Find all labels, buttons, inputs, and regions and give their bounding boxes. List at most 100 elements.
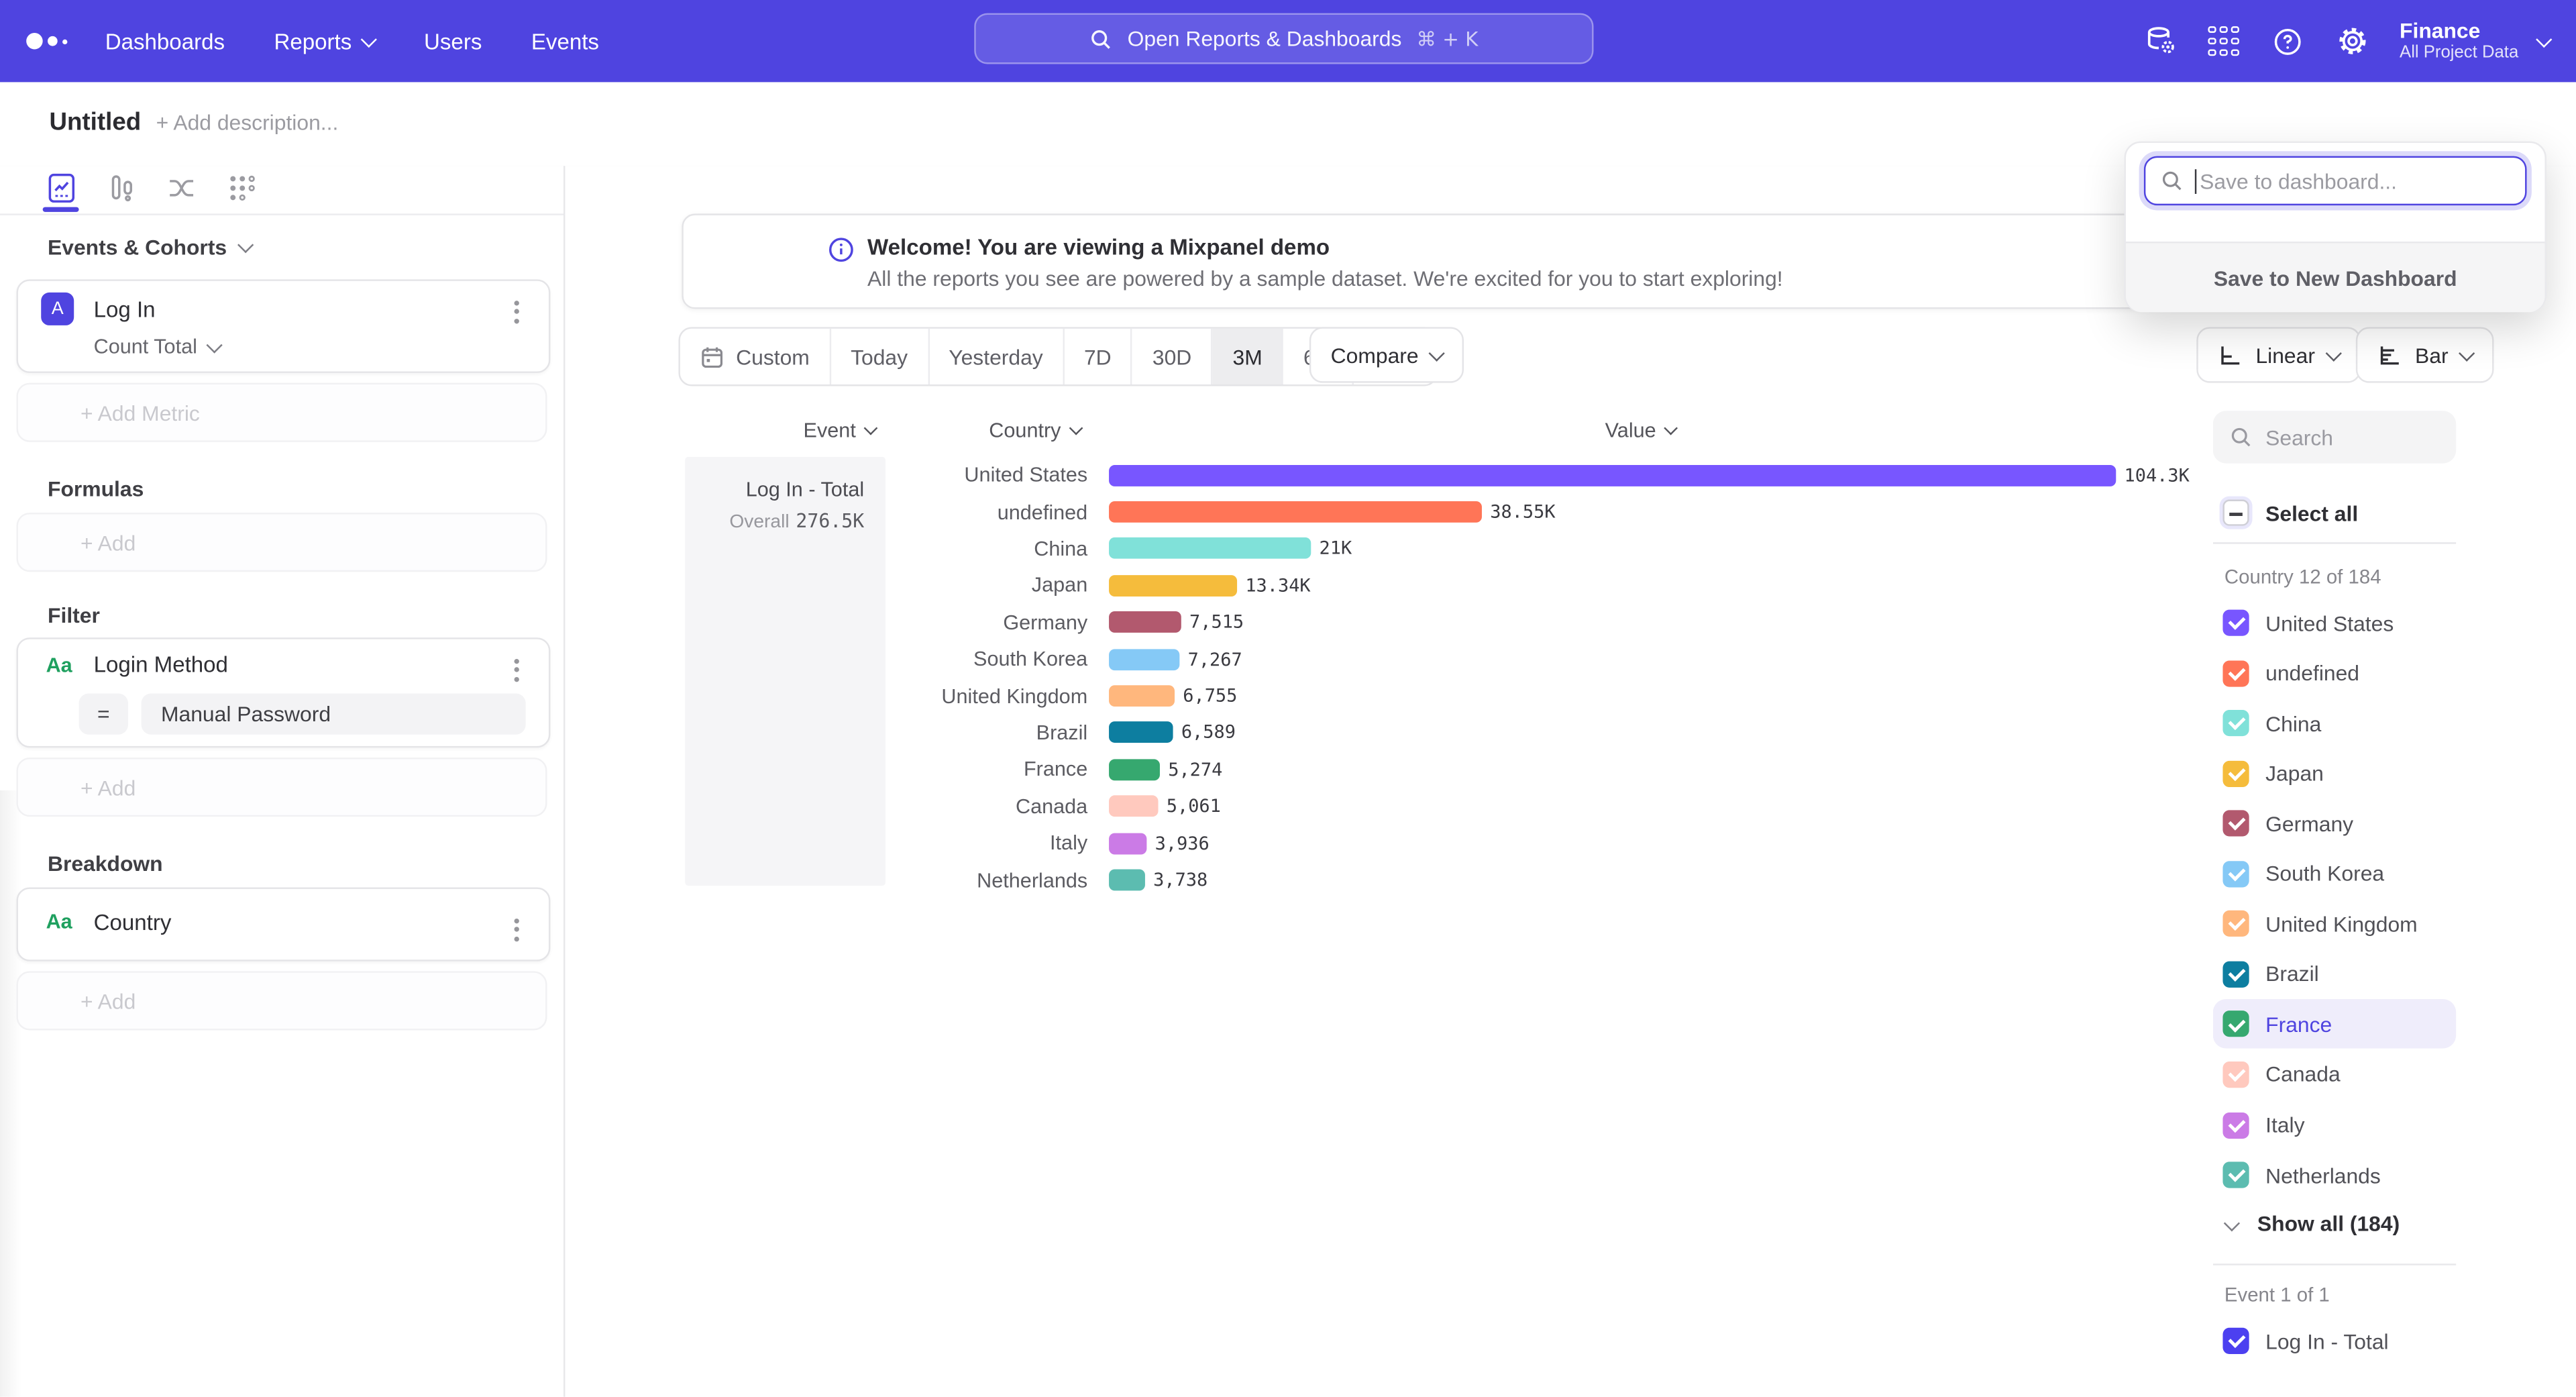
apps-grid-icon[interactable] [2208, 25, 2241, 58]
bar[interactable] [1109, 722, 1173, 743]
tab-funnels-icon[interactable] [102, 169, 142, 205]
tab-retention-icon[interactable] [222, 169, 262, 205]
report-type-tabs [0, 166, 564, 215]
bar[interactable] [1109, 501, 1482, 523]
legend-search-input[interactable]: Search [2213, 411, 2456, 463]
legend-label: France [2265, 1012, 2332, 1037]
legend-item-netherlands[interactable]: Netherlands [2213, 1150, 2456, 1199]
bar[interactable] [1109, 649, 1179, 670]
legend-item-undefined[interactable]: undefined [2213, 648, 2456, 697]
add-filter-button[interactable]: + Add [16, 758, 547, 817]
range-7d[interactable]: 7D [1065, 329, 1133, 384]
filter-property-name[interactable]: Login Method [94, 652, 228, 677]
save-to-dashboard-input[interactable]: Save to dashboard... [2144, 156, 2527, 205]
events-cohorts-header[interactable]: Events & Cohorts [48, 235, 252, 260]
column-header-event[interactable]: Event [804, 419, 876, 442]
settings-gear-icon[interactable] [2336, 25, 2369, 58]
legend-item-brazil[interactable]: Brazil [2213, 949, 2456, 998]
metric-kebab-icon[interactable] [508, 294, 526, 329]
breakdown-property-name[interactable]: Country [94, 911, 172, 935]
nav-items: Dashboards Reports Users Events [105, 0, 599, 82]
bar[interactable] [1109, 575, 1237, 597]
bar[interactable] [1109, 464, 2116, 486]
legend-item-canada[interactable]: Canada [2213, 1050, 2456, 1099]
breakdown-kebab-icon[interactable] [508, 912, 526, 947]
add-description-placeholder[interactable]: + Add description... [156, 110, 339, 135]
show-all-row[interactable]: Show all (184) [2213, 1198, 2456, 1247]
nav-item-events[interactable]: Events [531, 29, 599, 54]
bar-row-italy: Italy3,936 [565, 825, 2191, 862]
legend-checkbox[interactable] [2222, 811, 2249, 837]
filter-operator[interactable]: = [79, 693, 128, 734]
filter-card[interactable]: Aa Login Method = Manual Password [16, 637, 550, 747]
range-custom[interactable]: Custom [680, 329, 831, 384]
range-yesterday[interactable]: Yesterday [929, 329, 1065, 384]
legend-item-united-kingdom[interactable]: United Kingdom [2213, 899, 2456, 948]
add-metric-button[interactable]: + Add Metric [16, 383, 547, 442]
breakdown-card[interactable]: Aa Country [16, 887, 550, 961]
range-today[interactable]: Today [831, 329, 929, 384]
search-icon [2160, 169, 2183, 192]
column-header-value[interactable]: Value [1605, 419, 1676, 442]
legend-checkbox[interactable] [2222, 911, 2249, 937]
bar-row-canada: Canada5,061 [565, 788, 2191, 825]
bar-label: Canada [565, 795, 1087, 818]
legend-item-south-korea[interactable]: South Korea [2213, 849, 2456, 898]
legend-item-china[interactable]: China [2213, 698, 2456, 747]
filter-value[interactable]: Manual Password [142, 693, 526, 734]
legend-checkbox[interactable] [2222, 1011, 2249, 1037]
mixpanel-logo[interactable] [26, 0, 67, 82]
nav-item-dashboards[interactable]: Dashboards [105, 29, 225, 54]
event-checkbox[interactable] [2222, 1328, 2249, 1354]
tab-flows-icon[interactable] [161, 169, 201, 205]
legend-checkbox[interactable] [2222, 1112, 2249, 1138]
metric-card[interactable]: A Log In Count Total [16, 279, 550, 373]
tab-insights-icon[interactable] [41, 169, 80, 205]
bar-label: Brazil [565, 721, 1087, 744]
filter-kebab-icon[interactable] [508, 652, 526, 688]
range-30d[interactable]: 30D [1132, 329, 1213, 384]
add-formula-button[interactable]: + Add [16, 513, 547, 572]
legend-checkbox[interactable] [2222, 861, 2249, 887]
legend-checkbox[interactable] [2222, 961, 2249, 987]
legend-item-italy[interactable]: Italy [2213, 1100, 2456, 1149]
project-switcher[interactable]: Finance All Project Data [2400, 19, 2550, 63]
range-3m[interactable]: 3M [1213, 329, 1283, 384]
legend-item-germany[interactable]: Germany [2213, 799, 2456, 848]
global-search[interactable]: Open Reports & Dashboards ⌘ + K [974, 13, 1593, 64]
add-breakdown-button[interactable]: + Add [16, 971, 547, 1030]
metric-event-name[interactable]: Log In [94, 297, 156, 322]
legend-checkbox[interactable] [2222, 1162, 2249, 1188]
legend-checkbox[interactable] [2222, 760, 2249, 786]
bar[interactable] [1109, 685, 1175, 707]
legend-checkbox[interactable] [2222, 710, 2249, 736]
bar-value: 5,274 [1168, 759, 1222, 780]
bar-label: Italy [565, 832, 1087, 855]
help-icon[interactable] [2271, 25, 2304, 58]
bar[interactable] [1109, 538, 1311, 560]
column-header-country[interactable]: Country [989, 419, 1081, 442]
bar[interactable] [1109, 759, 1160, 780]
save-to-new-dashboard-button[interactable]: Save to New Dashboard [2126, 242, 2544, 312]
nav-item-users[interactable]: Users [424, 29, 482, 54]
legend-item-japan[interactable]: Japan [2213, 749, 2456, 798]
legend-item-france[interactable]: France [2213, 1000, 2456, 1049]
filter-header: Filter [48, 603, 100, 628]
select-all-row[interactable]: Select all [2213, 488, 2456, 537]
bar[interactable] [1109, 833, 1146, 854]
event-checkbox-row[interactable]: Log In - Total [2213, 1316, 2456, 1365]
legend-checkbox[interactable] [2222, 610, 2249, 636]
metric-aggregation[interactable]: Count Total [94, 335, 221, 358]
data-management-icon[interactable] [2143, 25, 2176, 58]
bar[interactable] [1109, 870, 1145, 891]
property-type-icon: Aa [46, 911, 72, 933]
report-title[interactable]: Untitled [49, 109, 141, 137]
legend-item-united-states[interactable]: United States [2213, 598, 2456, 647]
legend-checkbox[interactable] [2222, 660, 2249, 686]
select-all-checkbox[interactable] [2222, 499, 2249, 525]
legend-checkbox[interactable] [2222, 1062, 2249, 1088]
bar[interactable] [1109, 612, 1181, 633]
nav-item-reports[interactable]: Reports [274, 29, 374, 54]
compare-button[interactable]: Compare [1309, 327, 1464, 382]
bar[interactable] [1109, 796, 1158, 817]
